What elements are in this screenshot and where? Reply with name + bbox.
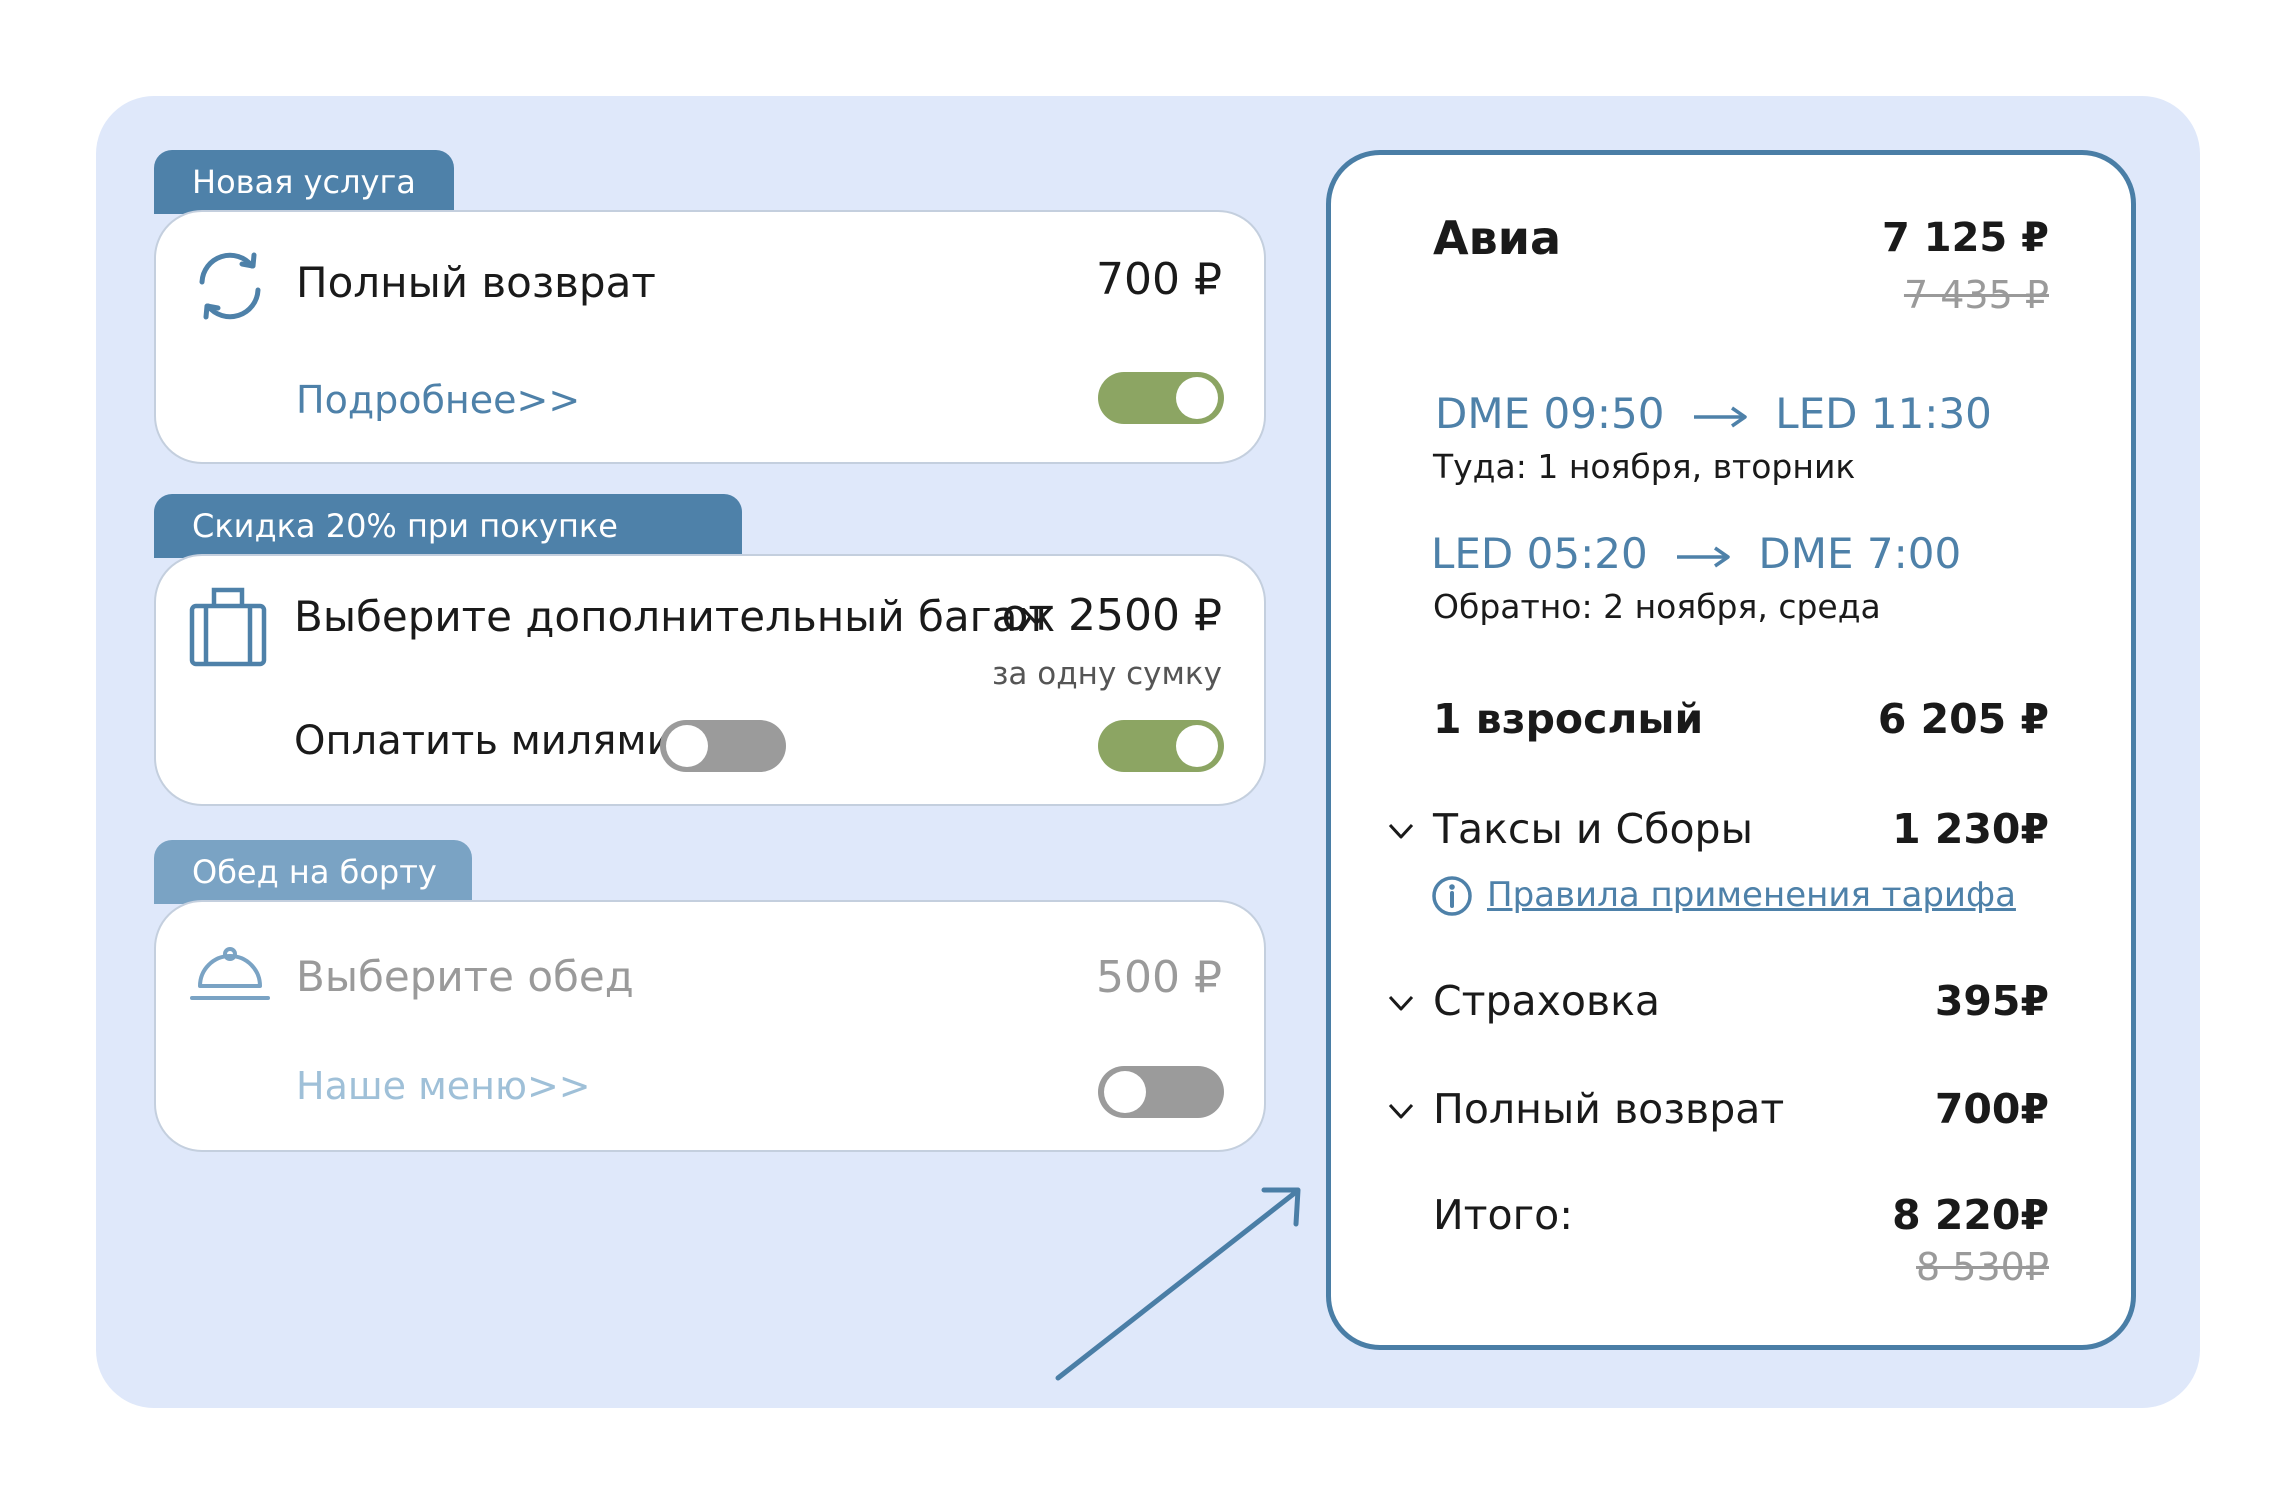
insurance-price: 395₽ [1934,977,2049,1025]
baggage-service-card: Выберите дополнительный багаж от 2500 ₽ … [154,554,1266,806]
tab-label: Обед на борту [192,853,437,891]
return-to: DME 7:00 [1758,529,1962,578]
refresh-icon [199,252,261,320]
baggage-price: от 2500 ₽ [1001,590,1223,641]
summary-price: 7 125 ₽ [1881,215,2049,261]
info-icon [1432,876,1472,916]
arrow-right-icon [1693,406,1747,427]
meal-title: Выберите обед [296,952,634,1001]
passengers-label: 1 взрослый [1433,695,1704,743]
fare-rules-link[interactable]: Правила применения тарифа [1487,875,2016,915]
outbound-from: DME 09:50 [1435,389,1665,438]
outbound-route: DME 09:50 LED 11:30 [1435,389,1992,438]
pointer-arrow [1055,1187,1301,1381]
our-menu-link[interactable]: Наше меню>> [296,1064,591,1108]
chevron-down-icon[interactable] [1387,993,1415,1013]
baggage-title: Выберите дополнительный багаж [294,592,1056,641]
refund-service-card: Полный возврат 700 ₽ Подробнее>> [154,210,1266,464]
new-service-tab: Новая услуга [154,150,454,214]
refund-line-price: 700₽ [1934,1085,2049,1133]
baggage-price-note: за одну сумку [991,656,1222,692]
toggle-knob [1104,1071,1146,1113]
miles-toggle[interactable] [660,720,786,772]
meal-service-card: Выберите обед 500 ₽ Наше меню>> [154,900,1266,1152]
refund-label[interactable]: Полный возврат [1433,1085,1784,1133]
summary-old-price: 7 435 ₽ [1903,273,2049,317]
return-from: LED 05:20 [1431,529,1648,578]
order-summary-card: Авиа 7 125 ₽ 7 435 ₽ DME 09:50 LED 11:30… [1326,150,2136,1350]
toggle-knob [1176,377,1218,419]
toggle-knob [666,725,708,767]
chevron-down-icon[interactable] [1387,1101,1415,1121]
tab-label: Новая услуга [192,163,416,201]
pay-with-miles-label: Оплатить милями [294,718,673,764]
toggle-knob [1176,725,1218,767]
summary-title: Авиа [1433,211,1561,265]
return-date: Обратно: 2 ноября, среда [1433,587,1881,626]
passengers-price: 6 205 ₽ [1877,695,2049,743]
total-price: 8 220₽ [1892,1191,2049,1239]
meal-tab: Обед на борту [154,840,472,904]
refund-title: Полный возврат [296,258,656,307]
baggage-toggle[interactable] [1098,720,1224,772]
outbound-to: LED 11:30 [1775,389,1992,438]
refund-toggle[interactable] [1098,372,1224,424]
insurance-label[interactable]: Страховка [1433,977,1660,1025]
total-label: Итого: [1433,1191,1574,1239]
outbound-date: Туда: 1 ноября, вторник [1433,447,1856,486]
meal-toggle[interactable] [1098,1066,1224,1118]
taxes-price: 1 230₽ [1892,805,2049,853]
arrow-right-icon [1677,546,1730,567]
refund-price: 700 ₽ [1096,254,1222,305]
return-route: LED 05:20 DME 7:00 [1431,529,1961,578]
cloche-icon [190,947,270,1000]
total-old-price: 8 530₽ [1916,1245,2049,1289]
meal-price: 500 ₽ [1096,952,1222,1003]
suitcase-icon [189,587,267,667]
taxes-label[interactable]: Таксы и Сборы [1433,805,1753,853]
discount-tab: Скидка 20% при покупке сейчас [154,494,742,609]
more-details-link[interactable]: Подробнее>> [296,378,580,422]
chevron-down-icon[interactable] [1387,821,1415,841]
